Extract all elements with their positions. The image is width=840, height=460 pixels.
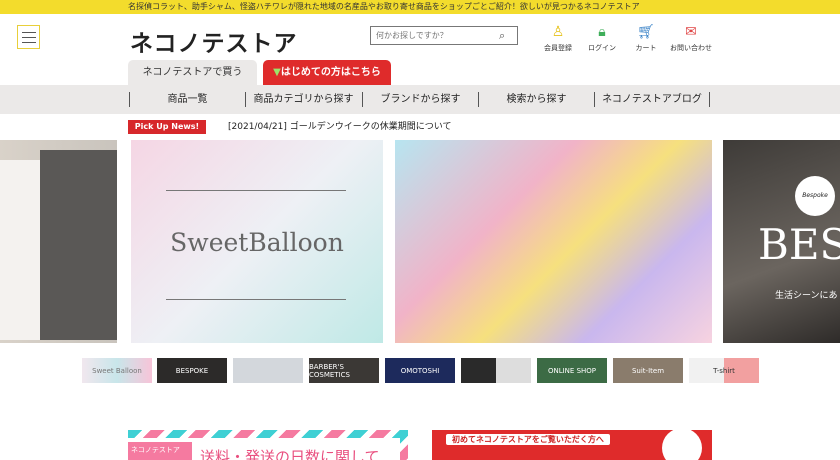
thumb-bespoke[interactable]: BESPOKE	[157, 358, 227, 383]
shipping-info-banner[interactable]: ネコノテストア 送料・発送の日数に関して	[128, 430, 408, 460]
thumb-barbers[interactable]: BARBER'S COSMETICS	[309, 358, 379, 383]
banner-title: 初めてネコノテストアをご覧いただく方へ	[446, 434, 610, 445]
carousel-slide-bespoke[interactable]: Bespoke BES 生活シーンにあ	[723, 140, 840, 343]
first-time-guide-banner[interactable]: 初めてネコノテストアをご覧いただく方へ	[432, 430, 712, 460]
member-register-link[interactable]: ♙ 会員登録	[536, 24, 580, 53]
beginner-mark-icon: ▼	[273, 67, 281, 78]
cat-icon	[662, 430, 702, 460]
nav-item-categories[interactable]: 商品カテゴリから探す	[245, 92, 361, 107]
thumb-tshirt[interactable]: T-shirt	[689, 358, 759, 383]
carousel-slide-sweetballoon[interactable]: SweetBalloon	[131, 140, 383, 343]
mail-icon: ✉	[685, 24, 697, 40]
nav-item-products[interactable]: 商品一覧	[129, 92, 245, 107]
cart-icon: 🛒︎	[637, 24, 655, 40]
thumb-dark[interactable]	[461, 358, 531, 383]
thumb-sweetballoon[interactable]: Sweet Balloon	[82, 358, 152, 383]
search-icon[interactable]: ⌕	[499, 29, 505, 43]
pickup-news-badge: Pick Up News!	[128, 120, 206, 134]
tab-first-time[interactable]: ▼はじめての方はこちら	[263, 60, 391, 85]
bespoke-title: BES	[758, 220, 840, 269]
contact-link[interactable]: ✉ お問い合わせ	[668, 24, 714, 53]
news-item-link[interactable]: [2021/04/21] ゴールデンウイークの休業期間について	[228, 119, 452, 132]
thumb-circles[interactable]	[233, 358, 303, 383]
carousel-slide-tshirt[interactable]	[0, 140, 117, 343]
thumb-omotoshi[interactable]: OMOTOSHI	[385, 358, 455, 383]
label: はじめての方はこちら	[280, 67, 381, 78]
bespoke-subtitle: 生活シーンにあ	[775, 291, 838, 301]
cart-link[interactable]: 🛒︎ カート	[624, 24, 668, 53]
search-box[interactable]: ⌕	[370, 26, 518, 45]
top-announcement-bar: 名探偵コラット、助手シャム、怪盗ハチワレが隠れた地域の名産品やお取り寄せ商品をシ…	[0, 0, 840, 14]
thumb-onlineshop[interactable]: ONLINE SHOP	[537, 358, 607, 383]
site-logo[interactable]: ネコノテストア	[130, 24, 298, 58]
lock-icon: 🔒︎	[598, 24, 606, 40]
banner-tag: ネコノテストア	[128, 442, 192, 460]
person-icon: ♙	[551, 24, 565, 40]
sweetballoon-title: SweetBalloon	[170, 228, 344, 257]
carousel-slide-balloons[interactable]	[395, 140, 712, 343]
label: カート	[635, 44, 657, 52]
nav-item-search[interactable]: 検索から探す	[478, 92, 594, 107]
label: 会員登録	[544, 44, 572, 52]
search-input[interactable]	[371, 31, 499, 40]
label: お問い合わせ	[670, 44, 712, 52]
nav-item-brands[interactable]: ブランドから探す	[362, 92, 478, 107]
hamburger-menu-button[interactable]	[17, 25, 40, 49]
nav-item-blog[interactable]: ネコノテストアブログ	[594, 92, 710, 107]
label: ログイン	[588, 44, 616, 52]
bespoke-badge: Bespoke	[795, 176, 835, 216]
tab-buy[interactable]: ネコノテストアで買う	[128, 60, 257, 85]
banner-title: 送料・発送の日数に関して	[200, 448, 380, 460]
login-link[interactable]: 🔒︎ ログイン	[580, 24, 624, 53]
thumb-suit-item[interactable]: Suit-Item	[613, 358, 683, 383]
